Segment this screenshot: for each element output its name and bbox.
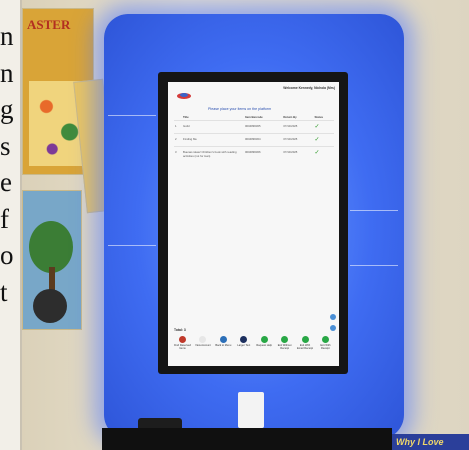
glow-line (350, 265, 398, 266)
view-account-button[interactable]: View Account (194, 336, 211, 364)
items-table: Title Item Barcode Return By Status 1 Gu… (174, 114, 334, 161)
email-icon (301, 336, 309, 343)
table-row: 2 Finding Me 0004896304 07/10/2025 ✓ (174, 133, 334, 147)
check-icon: ✓ (313, 146, 334, 161)
check-icon: ✓ (313, 133, 334, 147)
total-count: Total: 3 (174, 328, 186, 332)
table-row: 3 Buenas ideas! Children's book with rea… (174, 146, 334, 161)
poster-title: ASTER (27, 17, 71, 32)
text-size-icon (240, 336, 248, 343)
screen-header: Welcome Kennedy, Nichola (Mrs) (168, 82, 339, 104)
exit-with-email-receipt-button[interactable]: Exit With Email Receipt (297, 336, 314, 364)
back-to-menu-button[interactable]: Back to Menu (215, 336, 232, 364)
receipt-icon (321, 336, 329, 343)
request-help-button[interactable]: Request Help (256, 336, 273, 364)
back-icon (219, 336, 227, 343)
scroll-down-icon[interactable] (330, 325, 336, 331)
glow-line (350, 210, 398, 211)
help-icon (260, 336, 268, 343)
sign-banner: Why I Love (392, 434, 469, 450)
check-icon: ✓ (313, 120, 334, 134)
welcome-text: Welcome Kennedy, Nichola (Mrs) (283, 86, 335, 90)
glow-line (108, 245, 156, 246)
scroll-up-icon[interactable] (330, 314, 336, 320)
tree-illustration (29, 221, 73, 273)
glow-line (108, 115, 156, 116)
poster-badge (33, 289, 67, 323)
sign-text-fragment: nn gs ef ot (0, 21, 14, 307)
library-logo-icon (177, 93, 191, 99)
account-icon (199, 336, 207, 343)
exit-icon (281, 336, 289, 343)
table-row: 1 Guild 0004896305 07/10/2025 ✓ (174, 120, 334, 134)
action-button-bar: Find Reserved Items View Account Back to… (174, 336, 334, 364)
place-items-prompt: Please place your items on the platform (208, 107, 272, 111)
kiosk-base (102, 428, 392, 450)
kiosk-screen: Welcome Kennedy, Nichola (Mrs) Please pl… (168, 82, 339, 366)
larger-text-button[interactable]: Larger Text (235, 336, 252, 364)
exit-without-receipt-button[interactable]: Exit Without Receipt (276, 336, 293, 364)
card-scanner (238, 392, 264, 428)
exit-with-receipt-button[interactable]: Exit With Receipt (317, 336, 334, 364)
find-reserved-items-button[interactable]: Find Reserved Items (174, 336, 191, 364)
reserve-icon (179, 336, 186, 343)
poster-tree (22, 190, 82, 330)
